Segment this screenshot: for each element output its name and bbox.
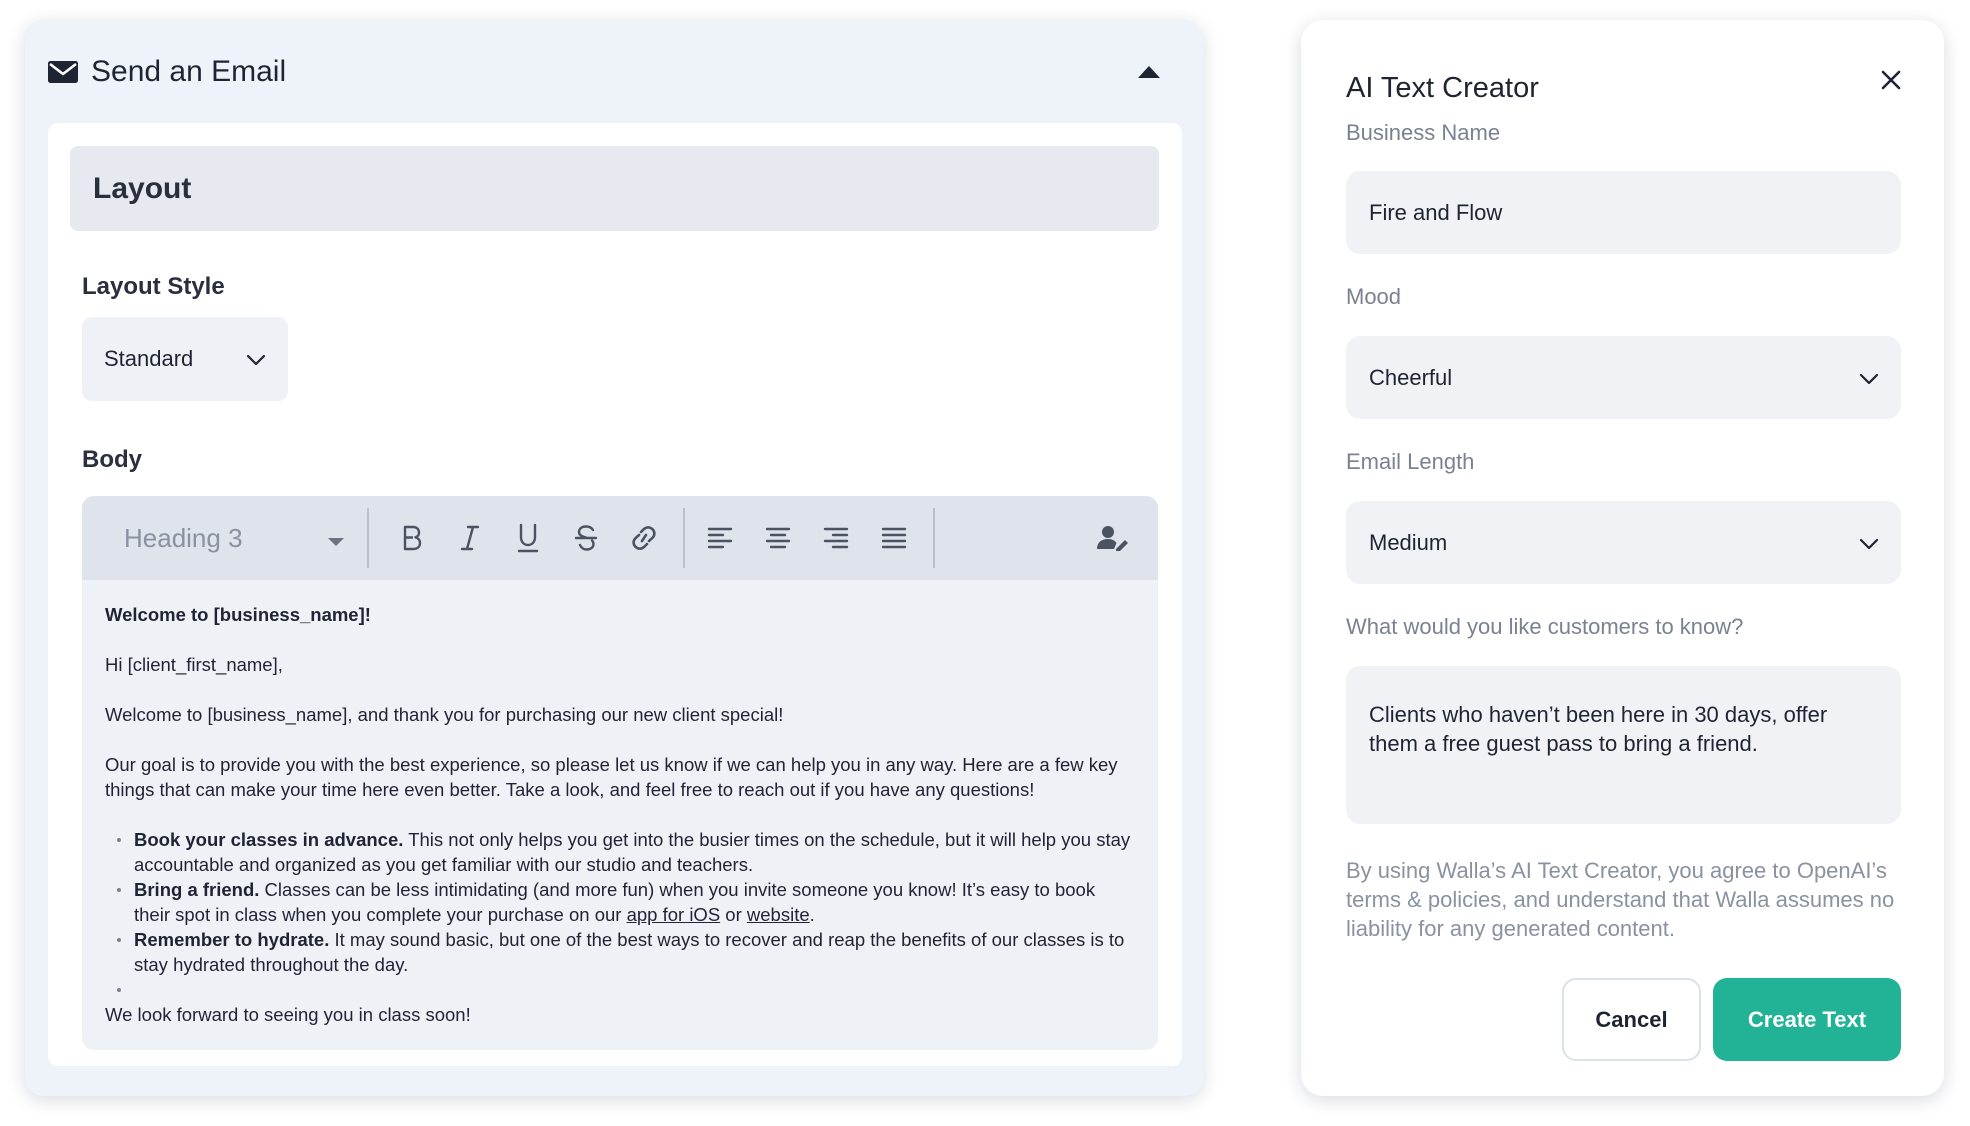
layout-style-label: Layout Style bbox=[82, 273, 225, 300]
align-center-icon[interactable] bbox=[749, 509, 807, 567]
mood-select[interactable]: Cheerful bbox=[1346, 336, 1901, 419]
editor-toolbar: Heading 3 bbox=[82, 496, 1158, 580]
website-link[interactable]: website bbox=[747, 904, 810, 925]
send-email-title: Send an Email bbox=[91, 55, 287, 88]
layout-style-select[interactable]: Standard bbox=[82, 317, 288, 401]
send-email-panel: Send an Email Layout Layout Style Standa… bbox=[25, 20, 1203, 1096]
underline-icon[interactable] bbox=[499, 509, 557, 567]
align-group bbox=[691, 509, 923, 567]
ios-app-link[interactable]: app for iOS bbox=[627, 904, 721, 925]
bold-icon[interactable] bbox=[383, 509, 441, 567]
customers-know-label: What would you like customers to know? bbox=[1346, 614, 1744, 639]
chevron-down-icon bbox=[1859, 365, 1879, 391]
email-intro: Welcome to [business_name], and thank yo… bbox=[105, 704, 784, 725]
empty-list-item bbox=[117, 977, 1134, 1002]
tip-text: Classes can be less intimidating (and mo… bbox=[134, 879, 1096, 925]
tip-or: or bbox=[725, 904, 742, 925]
business-name-value: Fire and Flow bbox=[1369, 199, 1503, 225]
ai-disclaimer: By using Walla’s AI Text Creator, you ag… bbox=[1346, 858, 1895, 941]
body-rich-text-editor[interactable]: Heading 3 Welcome to [business_name]! Hi… bbox=[82, 496, 1158, 1050]
email-length-select[interactable]: Medium bbox=[1346, 501, 1901, 584]
link-icon[interactable] bbox=[615, 509, 673, 567]
personalize-user-icon[interactable] bbox=[1084, 509, 1142, 567]
mood-label: Mood bbox=[1346, 284, 1402, 309]
editor-body[interactable]: Welcome to [business_name]! Hi [client_f… bbox=[82, 580, 1158, 1050]
email-length-value: Medium bbox=[1369, 529, 1448, 555]
business-name-field[interactable]: Fire and Flow bbox=[1346, 171, 1901, 254]
toolbar-divider bbox=[933, 508, 935, 568]
email-length-label: Email Length bbox=[1346, 449, 1475, 474]
email-heading: Welcome to [business_name]! bbox=[105, 604, 371, 625]
list-item: Book your classes in advance. This not o… bbox=[117, 827, 1134, 877]
tip-title: Bring a friend. bbox=[134, 879, 260, 900]
tip-title: Remember to hydrate. bbox=[134, 929, 330, 950]
heading-style-select[interactable]: Heading 3 bbox=[82, 496, 367, 580]
ai-panel-title: AI Text Creator bbox=[1346, 72, 1539, 104]
toolbar-divider bbox=[683, 508, 685, 568]
customers-know-textarea[interactable]: Clients who haven’t been here in 30 days… bbox=[1346, 666, 1901, 824]
tip-end: . bbox=[809, 904, 815, 925]
list-item: Bring a friend. Classes can be less inti… bbox=[117, 877, 1134, 927]
tips-list: Book your classes in advance. This not o… bbox=[105, 827, 1134, 1002]
email-goal: Our goal is to provide you with the best… bbox=[105, 754, 1118, 800]
ai-text-creator-panel: AI Text Creator Business Name Fire and F… bbox=[1301, 20, 1944, 1096]
align-left-icon[interactable] bbox=[691, 509, 749, 567]
chevron-down-icon bbox=[1859, 530, 1879, 556]
toolbar-divider bbox=[367, 508, 369, 568]
align-right-icon[interactable] bbox=[807, 509, 865, 567]
list-item: Remember to hydrate. It may sound basic,… bbox=[117, 927, 1134, 977]
mood-value: Cheerful bbox=[1369, 364, 1453, 390]
layout-style-value: Standard bbox=[104, 346, 194, 371]
chevron-down-icon bbox=[246, 346, 266, 372]
business-name-label: Business Name bbox=[1346, 120, 1501, 145]
email-closing: We look forward to seeing you in class s… bbox=[105, 1004, 471, 1025]
format-group bbox=[383, 509, 673, 567]
caret-up-icon[interactable] bbox=[1129, 52, 1169, 92]
strikethrough-icon[interactable] bbox=[557, 509, 615, 567]
create-text-button[interactable]: Create Text bbox=[1713, 978, 1901, 1061]
cancel-button[interactable]: Cancel bbox=[1562, 978, 1701, 1061]
body-label: Body bbox=[82, 446, 142, 473]
close-icon[interactable] bbox=[1871, 60, 1911, 100]
italic-icon[interactable] bbox=[441, 509, 499, 567]
align-justify-icon[interactable] bbox=[865, 509, 923, 567]
tip-title: Book your classes in advance. bbox=[134, 829, 404, 850]
envelope-icon bbox=[47, 56, 79, 88]
send-email-header[interactable]: Send an Email bbox=[25, 20, 1203, 124]
heading-style-value: Heading 3 bbox=[124, 522, 243, 553]
layout-section-header[interactable]: Layout bbox=[70, 146, 1159, 231]
email-greeting: Hi [client_first_name], bbox=[105, 654, 283, 675]
caret-down-icon bbox=[327, 523, 345, 554]
email-form-card: Layout Layout Style Standard Body Headin… bbox=[48, 123, 1182, 1066]
